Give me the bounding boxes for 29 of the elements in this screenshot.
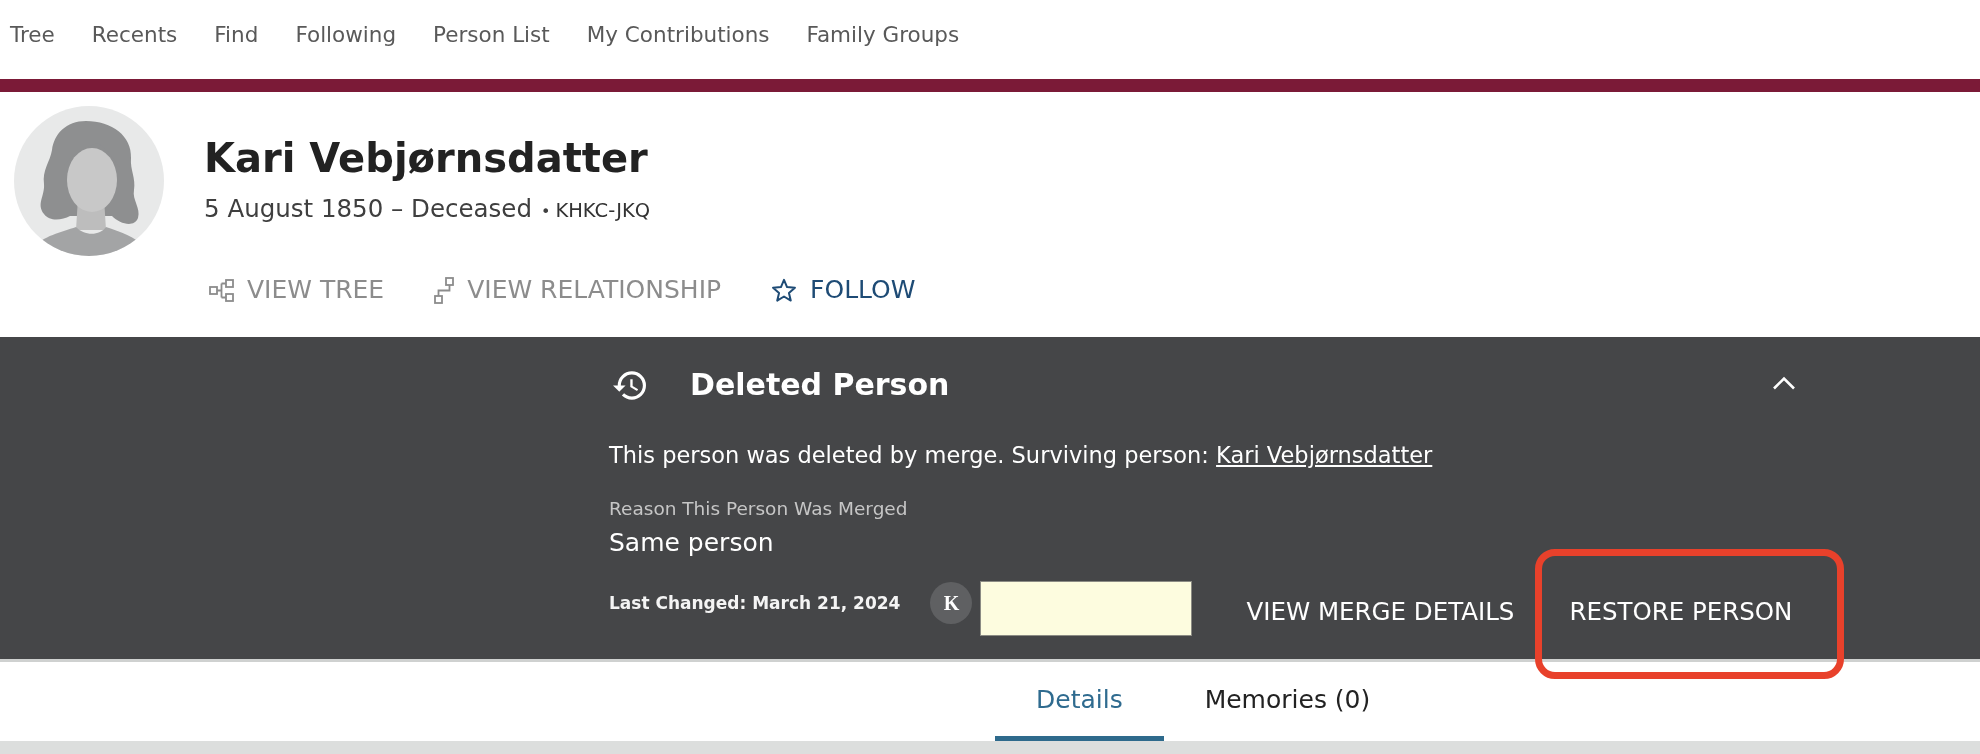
bullet-separator: • [540, 201, 551, 223]
person-silhouette-icon [14, 106, 164, 256]
nav-link[interactable]: Find [214, 22, 259, 79]
surviving-person-link[interactable]: Kari Vebjørnsdatter [1216, 442, 1433, 468]
follow-button[interactable]: FOLLOW [771, 273, 916, 307]
nav-link[interactable]: Family Groups [806, 22, 960, 79]
nav-link[interactable]: My Contributions [586, 22, 770, 79]
nav-link[interactable]: Person List [433, 22, 550, 79]
nav-link[interactable]: Recents [91, 22, 178, 79]
connected-squares-icon [434, 276, 455, 304]
reason-label: Reason This Person Was Merged [609, 498, 909, 520]
history-icon [613, 369, 646, 401]
banner-title: Deleted Person [690, 366, 950, 404]
star-icon [771, 277, 798, 303]
chevron-up-icon [1772, 376, 1796, 390]
reason-value: Same person [609, 527, 775, 559]
person-id: KHKC-JKQ [555, 198, 651, 224]
nav-link[interactable]: Following [295, 22, 397, 79]
view-merge-details-button[interactable]: VIEW MERGE DETAILS [1246, 588, 1515, 636]
lifespan-text: 5 August 1850 – Deceased [204, 194, 532, 224]
contributor-avatar: K [930, 582, 973, 624]
tree-diagram-icon [209, 278, 234, 302]
person-name: Kari Vebjørnsdatter [204, 135, 649, 181]
restore-person-button[interactable]: RESTORE PERSON [1569, 588, 1793, 636]
last-changed-text: Last Changed: March 21, 2024 [609, 592, 901, 615]
tab[interactable]: Memories (0) [1163, 662, 1412, 741]
merge-message: This person was deleted by merge. Surviving person: Kari Vebjørnsdatter [609, 441, 1434, 470]
collapse-button[interactable] [1772, 376, 1796, 390]
nav-link[interactable]: Tree [10, 22, 55, 79]
